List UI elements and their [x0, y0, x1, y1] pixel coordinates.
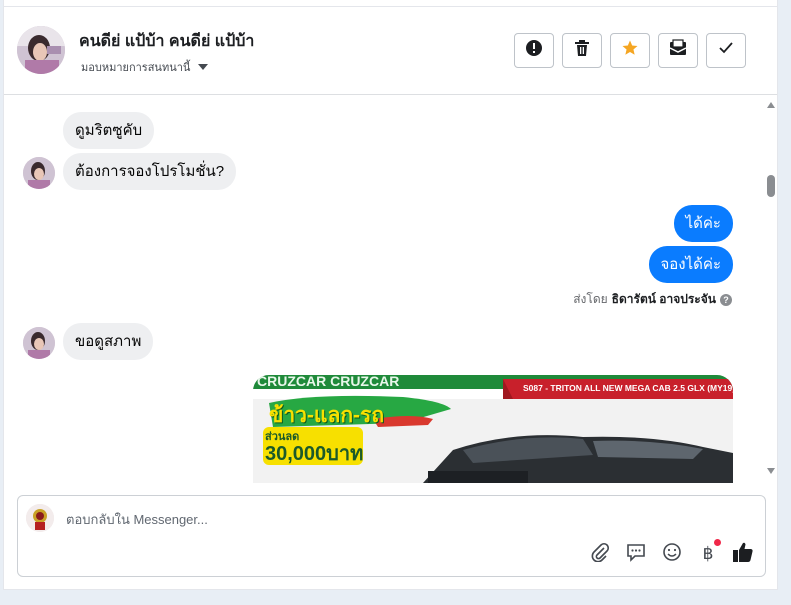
reply-composer: ฿ — [17, 495, 766, 577]
saved-replies-button[interactable] — [624, 542, 648, 566]
mark-unread-button[interactable] — [658, 33, 698, 68]
star-icon — [621, 39, 639, 62]
sent-by-name: ธิดารัตน์ อาจประจัน — [611, 292, 716, 306]
payment-icon: ฿ — [702, 544, 714, 564]
notification-dot — [714, 539, 721, 546]
mark-done-button[interactable] — [706, 33, 746, 68]
check-icon — [718, 41, 734, 60]
like-icon — [732, 541, 754, 568]
help-icon[interactable]: ? — [720, 293, 732, 306]
sent-by-prefix: ส่งโดย — [573, 292, 608, 306]
message-bubble: ขอดูสภาพ — [63, 323, 154, 360]
emoji-button[interactable] — [660, 542, 684, 566]
report-icon — [525, 39, 543, 62]
mark-unread-icon — [669, 39, 687, 62]
scroll-up-icon[interactable] — [766, 101, 776, 109]
message-bubble: ต้องการจองโปรโมชั่น? — [63, 153, 237, 190]
scroll-thumb[interactable] — [767, 175, 775, 197]
emoji-icon — [662, 542, 682, 567]
attachment-icon — [590, 542, 610, 567]
conversation-header: คนดีย่ แป้บ้า คนดีย่ แป้บ้า มอบหมายการสน… — [4, 7, 777, 95]
message-list: ดูมริตซูคับ ต้องการจองโปรโมชั่น? ได้ค่ะ … — [4, 95, 764, 483]
contact-avatar-small — [23, 327, 55, 359]
contact-avatar[interactable] — [17, 26, 65, 74]
delete-button[interactable] — [562, 33, 602, 68]
promo-image-message[interactable]: CRUZCAR CRUZCAR S087 - TRITON ALL NEW ME… — [253, 375, 733, 483]
message-scrollbar[interactable] — [764, 95, 778, 483]
message-bubble: ดูมริตซูคับ — [63, 112, 155, 149]
page-avatar — [26, 504, 54, 532]
report-button[interactable] — [514, 33, 554, 68]
attach-button[interactable] — [588, 542, 612, 566]
assign-label: มอบหมายการสนทนานี้ — [81, 62, 191, 74]
promo-discount-value: 30,000บาท — [265, 443, 364, 465]
caret-down-icon — [198, 64, 209, 70]
promo-model: S087 - TRITON ALL NEW MEGA CAB 2.5 GLX (… — [523, 383, 733, 393]
star-button[interactable] — [610, 33, 650, 68]
contact-avatar-small — [23, 157, 55, 189]
payment-button[interactable]: ฿ — [696, 539, 721, 566]
reply-input[interactable] — [66, 506, 666, 532]
contact-name: คนดีย่ แป้บ้า คนดีย่ แป้บ้า — [79, 33, 255, 50]
trash-icon — [574, 39, 590, 62]
sent-by-info: ส่งโดย ธิดารัตน์ อาจประจัน ? — [573, 290, 732, 309]
conversation-panel: คนดีย่ แป้บ้า คนดีย่ แป้บ้า มอบหมายการสน… — [3, 0, 778, 590]
promo-brand: CRUZCAR CRUZCAR — [257, 375, 400, 389]
assign-conversation-dropdown[interactable]: มอบหมายการสนทนานี้ — [81, 58, 209, 76]
saved-replies-icon — [626, 542, 646, 567]
top-divider — [3, 6, 778, 7]
message-bubble-outgoing: จองได้ค่ะ — [648, 246, 733, 283]
like-button[interactable] — [731, 542, 755, 566]
scroll-down-icon[interactable] — [766, 467, 776, 475]
message-bubble-outgoing: ได้ค่ะ — [673, 205, 733, 242]
